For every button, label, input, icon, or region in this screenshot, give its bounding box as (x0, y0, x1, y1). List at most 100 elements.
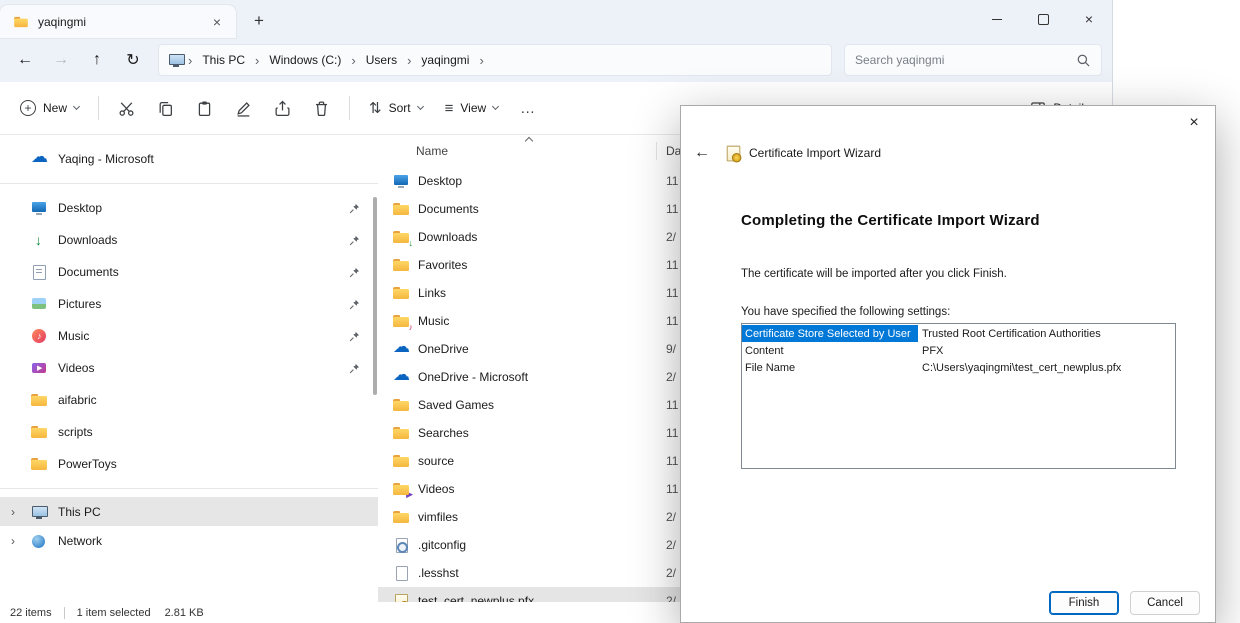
sort-button[interactable]: ⇅ Sort (359, 90, 433, 126)
paste-button[interactable] (186, 90, 223, 126)
sidebar-divider (0, 488, 378, 489)
minimize-button[interactable] (974, 0, 1020, 38)
sidebar-scrollbar[interactable] (373, 197, 377, 395)
settings-table[interactable]: Certificate Store Selected by UserTruste… (741, 323, 1176, 469)
file-date-modified: 11 (666, 398, 678, 412)
pin-icon (349, 203, 360, 214)
selection-status: 1 item selected (77, 607, 151, 619)
settings-row[interactable]: File NameC:\Users\yaqingmi\test_cert_new… (742, 359, 1175, 376)
file-date-modified: 2/ (666, 566, 676, 580)
sidebar-item-label: Downloads (58, 233, 117, 247)
file-date-modified: 11 (666, 314, 678, 328)
up-button[interactable]: ↑ (80, 44, 114, 76)
sidebar-item-downloads[interactable]: Downloads (0, 224, 378, 256)
tab-close-icon[interactable]: × (206, 11, 228, 33)
sidebar-item-label: This PC (58, 505, 101, 519)
folder-icon (392, 257, 410, 273)
sidebar-item-yaqing-microsoft[interactable]: Yaqing - Microsoft (0, 143, 378, 175)
dialog-close-icon[interactable]: × (1177, 110, 1211, 136)
file-name: Searches (418, 426, 469, 440)
breadcrumb-segment-yaqingmi[interactable]: yaqingmi (414, 49, 476, 71)
sidebar-item-powertoys[interactable]: PowerToys (0, 448, 378, 480)
breadcrumb-segment-this-pc[interactable]: This PC (195, 49, 252, 71)
column-divider[interactable] (656, 142, 657, 160)
sidebar-item-network[interactable]: ›Network (0, 526, 378, 555)
overlay-glyph: ↓ (409, 238, 414, 248)
settings-row[interactable]: ContentPFX (742, 342, 1175, 359)
close-button[interactable]: × (1066, 0, 1112, 38)
breadcrumb-segment-users[interactable]: Users (359, 49, 404, 71)
view-button[interactable]: ≡ View (435, 90, 509, 126)
sidebar-item-music[interactable]: Music (0, 320, 378, 352)
trash-icon (313, 100, 330, 117)
file-name: test_cert_newplus.pfx (418, 594, 534, 602)
chevron-right-icon: › (11, 534, 15, 548)
file-gear-icon (392, 537, 410, 553)
cut-button[interactable] (108, 90, 145, 126)
delete-button[interactable] (303, 90, 340, 126)
settings-value: Trusted Root Certification Authorities (918, 328, 1101, 340)
sort-ascending-indicator (525, 137, 533, 145)
sidebar-item-label: Desktop (58, 201, 102, 215)
screen: yaqingmi × + × ← → ↑ ↻ ›This PC›Windows … (0, 0, 1240, 623)
sidebar-item-videos[interactable]: Videos (0, 352, 378, 384)
search-input[interactable] (855, 53, 1076, 67)
new-tab-button[interactable]: + (244, 6, 274, 36)
settings-label: You have specified the following setting… (741, 306, 950, 318)
file-icon (392, 565, 410, 581)
plus-icon: + (20, 100, 36, 116)
breadcrumb-chevron-icon: › (477, 53, 485, 68)
finish-button[interactable]: Finish (1049, 591, 1119, 615)
maximize-button[interactable] (1020, 0, 1066, 38)
file-name: OneDrive (418, 342, 469, 356)
name-column-header[interactable]: Name (416, 144, 448, 158)
settings-row[interactable]: Certificate Store Selected by UserTruste… (742, 325, 1175, 342)
desktop-icon (392, 173, 410, 189)
tab-bar: yaqingmi × + × (0, 0, 1112, 38)
sidebar-item-this-pc[interactable]: ›This PC (0, 497, 378, 526)
file-date-modified: 11 (666, 286, 678, 300)
file-name: Saved Games (418, 398, 494, 412)
sidebar-quick-list: Desktop Downloads DocumentsPictures Music Vi… (0, 192, 378, 480)
more-options-button[interactable]: … (510, 90, 545, 126)
breadcrumb-segment-windows-c[interactable]: Windows (C:) (262, 49, 348, 71)
settings-value: PFX (918, 345, 943, 357)
sidebar-item-desktop[interactable]: Desktop (0, 192, 378, 224)
pin-icon (349, 363, 360, 374)
sidebar-item-label: PowerToys (58, 457, 117, 471)
settings-key: Certificate Store Selected by User (742, 325, 918, 342)
file-date-modified: 11 (666, 482, 678, 496)
new-button[interactable]: + New (10, 90, 89, 126)
settings-key: Content (742, 342, 918, 359)
sidebar-item-documents[interactable]: Documents (0, 256, 378, 288)
desktop-icon (30, 200, 48, 216)
sidebar-divider (0, 183, 378, 184)
breadcrumb[interactable]: ›This PC›Windows (C:)›Users›yaqingmi› (158, 44, 832, 76)
more-icon: … (520, 101, 535, 116)
explorer-tab[interactable]: yaqingmi × (0, 5, 236, 38)
sidebar-item-aifabric[interactable]: aifabric (0, 384, 378, 416)
pin-icon (349, 267, 360, 278)
view-label: View (460, 101, 486, 115)
pin-icon (349, 235, 360, 246)
sidebar-item-label: Music (58, 329, 89, 343)
search-box[interactable] (844, 44, 1102, 76)
cancel-button[interactable]: Cancel (1130, 591, 1200, 615)
folder-icon (13, 15, 28, 29)
settings-value: C:\Users\yaqingmi\test_cert_newplus.pfx (918, 362, 1121, 374)
forward-button[interactable]: → (44, 44, 78, 76)
toolbar-divider (349, 96, 350, 120)
rename-button[interactable] (225, 90, 262, 126)
sidebar-item-scripts[interactable]: scripts (0, 416, 378, 448)
file-name: OneDrive - Microsoft (418, 370, 528, 384)
wizard-back-button[interactable]: ← (687, 140, 717, 166)
copy-button[interactable] (147, 90, 184, 126)
sidebar-item-pictures[interactable]: Pictures (0, 288, 378, 320)
file-name: vimfiles (418, 510, 458, 524)
refresh-button[interactable]: ↻ (116, 44, 150, 76)
folder-down-icon: ↓ (392, 229, 410, 245)
share-button[interactable] (264, 90, 301, 126)
back-button[interactable]: ← (8, 44, 42, 76)
file-date-modified: 11 (666, 174, 678, 188)
search-icon (1076, 53, 1091, 68)
